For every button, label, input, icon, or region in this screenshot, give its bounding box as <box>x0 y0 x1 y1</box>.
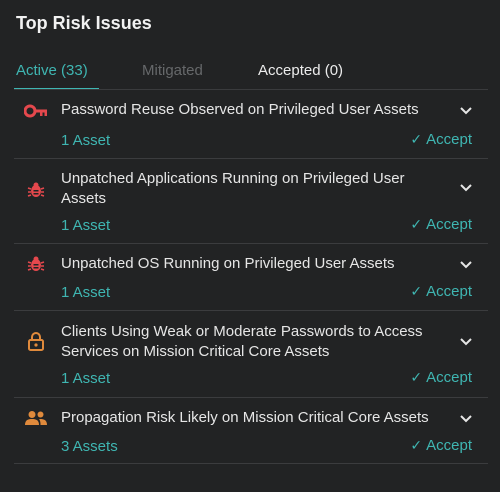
accept-button[interactable]: ✓ Accept <box>410 369 472 386</box>
issue-row: Clients Using Weak or Moderate Passwords… <box>14 311 488 398</box>
issue-row: Password Reuse Observed on Privileged Us… <box>14 90 488 159</box>
issue-row: Unpatched OS Running on Privileged User … <box>14 244 488 311</box>
lock-icon <box>24 329 48 353</box>
accept-button[interactable]: ✓ Accept <box>410 437 472 454</box>
bug-icon <box>24 252 48 276</box>
panel-title: Top Risk Issues <box>16 13 152 33</box>
asset-count-link[interactable]: 3 Assets <box>61 438 118 455</box>
issue-title[interactable]: Unpatched Applications Running on Privil… <box>61 169 433 208</box>
key-icon <box>24 99 48 123</box>
accept-label: Accept <box>426 369 472 386</box>
asset-count-link[interactable]: 1 Asset <box>61 284 110 301</box>
chevron-down-icon[interactable] <box>458 102 474 118</box>
check-icon: ✓ <box>410 437 423 453</box>
asset-count-link[interactable]: 1 Asset <box>61 132 110 149</box>
issue-title[interactable]: Propagation Risk Likely on Mission Criti… <box>61 408 433 428</box>
tab-bar: Active (33) Mitigated Accepted (0) <box>0 58 500 90</box>
asset-count-link[interactable]: 1 Asset <box>61 370 110 387</box>
check-icon: ✓ <box>410 216 423 232</box>
accept-label: Accept <box>426 216 472 233</box>
issue-row: Unpatched Applications Running on Privil… <box>14 159 488 244</box>
tab-mitigated[interactable]: Mitigated <box>142 62 203 79</box>
accept-button[interactable]: ✓ Accept <box>410 283 472 300</box>
users-icon <box>24 406 48 430</box>
accept-button[interactable]: ✓ Accept <box>410 216 472 233</box>
issue-title[interactable]: Password Reuse Observed on Privileged Us… <box>61 100 433 120</box>
chevron-down-icon[interactable] <box>458 179 474 195</box>
issue-list: Password Reuse Observed on Privileged Us… <box>0 90 500 464</box>
check-icon: ✓ <box>410 131 423 147</box>
check-icon: ✓ <box>410 369 423 385</box>
issue-row: Propagation Risk Likely on Mission Criti… <box>14 398 488 464</box>
asset-count-link[interactable]: 1 Asset <box>61 217 110 234</box>
chevron-down-icon[interactable] <box>458 333 474 349</box>
tab-accepted[interactable]: Accepted (0) <box>258 62 343 79</box>
chevron-down-icon[interactable] <box>458 256 474 272</box>
bug-icon <box>24 178 48 202</box>
accept-label: Accept <box>426 437 472 454</box>
issue-title[interactable]: Unpatched OS Running on Privileged User … <box>61 254 433 274</box>
chevron-down-icon[interactable] <box>458 410 474 426</box>
top-risk-issues-panel: Top Risk Issues Active (33) Mitigated Ac… <box>0 0 500 492</box>
check-icon: ✓ <box>410 283 423 299</box>
accept-label: Accept <box>426 283 472 300</box>
issue-title[interactable]: Clients Using Weak or Moderate Passwords… <box>61 322 433 361</box>
accept-label: Accept <box>426 131 472 148</box>
tab-active[interactable]: Active (33) <box>16 62 88 79</box>
accept-button[interactable]: ✓ Accept <box>410 131 472 148</box>
